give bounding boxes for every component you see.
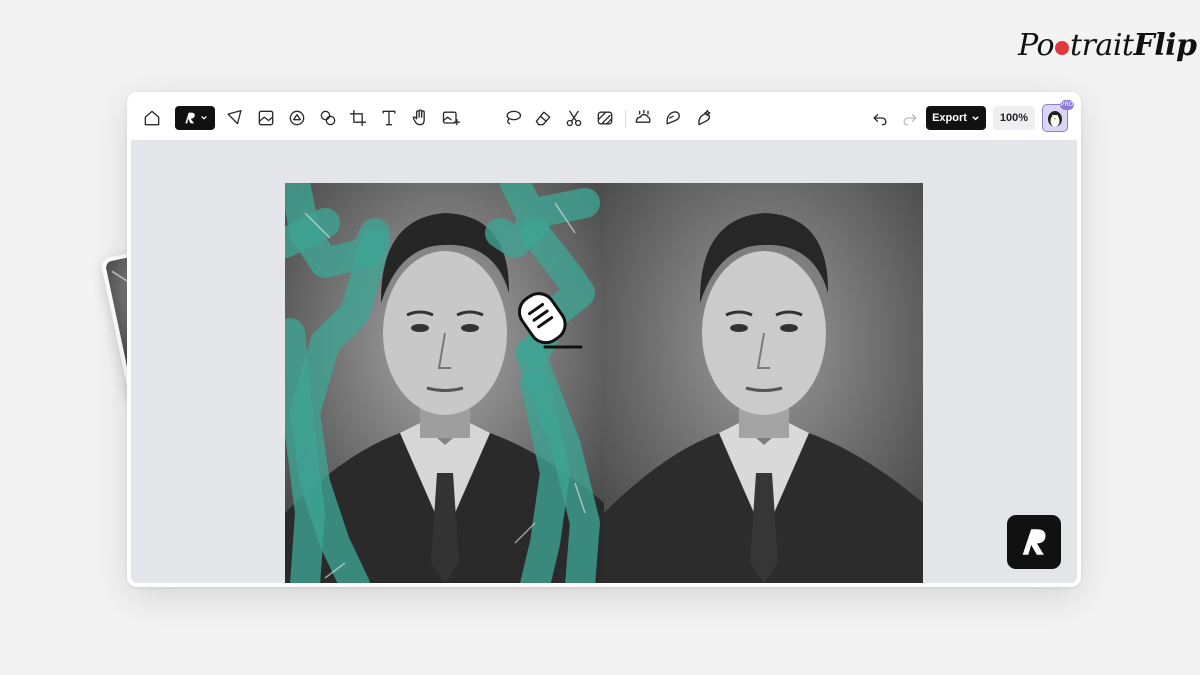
app-logo-icon [185, 112, 195, 124]
chevron-down-icon [972, 115, 979, 120]
shapes-icon[interactable] [286, 107, 308, 129]
app-logo-badge [1007, 515, 1061, 569]
hand-pan-icon[interactable] [409, 107, 431, 129]
remove-bg-icon[interactable] [594, 107, 616, 129]
scissors-icon[interactable] [563, 107, 585, 129]
editor-window: Export 100% PRO [127, 92, 1081, 587]
eraser-cursor-icon [517, 292, 583, 349]
zoom-level[interactable]: 100% [993, 106, 1035, 130]
export-label: Export [932, 112, 967, 124]
layers-icon[interactable] [317, 107, 339, 129]
redo-icon[interactable] [899, 107, 921, 129]
portraitflip-logo: Po trait Flip [1018, 28, 1197, 63]
chevron-down-icon [201, 115, 207, 120]
editor-toolbar: Export 100% PRO [131, 96, 1077, 140]
image-add-icon[interactable] [440, 107, 462, 129]
toolbar-divider [625, 110, 626, 128]
damaged-photo-canvas[interactable] [285, 183, 604, 583]
home-icon[interactable] [141, 107, 163, 129]
restored-photo-canvas[interactable] [604, 183, 923, 583]
export-button[interactable]: Export [926, 106, 986, 130]
crop-icon[interactable] [347, 107, 369, 129]
pro-badge: PRO [1060, 100, 1074, 110]
magic-icon[interactable] [662, 107, 684, 129]
penguin-avatar-icon [1048, 111, 1062, 127]
image-frame-icon[interactable] [255, 107, 277, 129]
app-menu-button[interactable] [175, 106, 215, 130]
ai-brush-icon[interactable] [693, 107, 715, 129]
lasso-icon[interactable] [502, 107, 524, 129]
app-logo-icon [1022, 529, 1046, 555]
text-tool-icon[interactable] [378, 107, 400, 129]
eraser-icon[interactable] [532, 107, 554, 129]
select-arrow-icon[interactable] [225, 107, 247, 129]
undo-icon[interactable] [869, 107, 891, 129]
retouch-icon[interactable] [632, 107, 654, 129]
